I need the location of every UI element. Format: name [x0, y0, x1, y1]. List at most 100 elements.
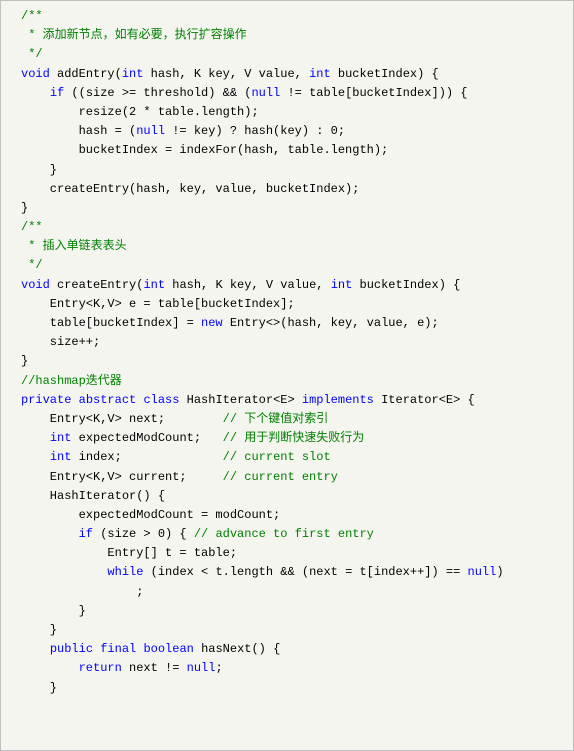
keyword: void — [21, 67, 50, 81]
code-line: public final boolean hasNext() { — [21, 640, 553, 659]
keyword: public — [50, 642, 93, 656]
code-text: Entry[] t = table; — [21, 546, 237, 560]
code-text — [21, 450, 50, 464]
code-text: Iterator<E> { — [374, 393, 475, 407]
code-text: hash, K key, V value, — [143, 67, 309, 81]
code-line: /** — [21, 7, 553, 26]
code-text: Entry<>(hash, key, value, e); — [223, 316, 439, 330]
comment-text: /** — [21, 220, 43, 234]
code-text: index; — [71, 450, 222, 464]
code-line: hash = (null != key) ? hash(key) : 0; — [21, 122, 553, 141]
code-line: } — [21, 621, 553, 640]
comment-text: /** — [21, 9, 43, 23]
code-text — [21, 661, 79, 675]
code-line: resize(2 * table.length); — [21, 103, 553, 122]
code-text: hash = ( — [21, 124, 136, 138]
code-text: table[bucketIndex] = — [21, 316, 201, 330]
code-line: return next != null; — [21, 659, 553, 678]
code-line: //hashmap迭代器 — [21, 372, 553, 391]
keyword: if — [79, 527, 93, 541]
keyword: abstract — [79, 393, 137, 407]
code-text: != table[bucketIndex])) { — [280, 86, 467, 100]
code-line: * 添加新节点，如有必要，执行扩容操作 — [21, 26, 553, 45]
code-text: } — [21, 354, 28, 368]
code-text — [21, 565, 107, 579]
code-text — [71, 393, 78, 407]
code-text: } — [21, 163, 57, 177]
code-text: ) { — [165, 527, 194, 541]
code-text: } — [21, 681, 57, 695]
code-text — [21, 527, 79, 541]
code-line: * 插入单链表表头 — [21, 237, 553, 256]
keyword: int — [122, 67, 144, 81]
code-line: void addEntry(int hash, K key, V value, … — [21, 65, 553, 84]
keyword: int — [50, 450, 72, 464]
code-text: Entry<K,V> next; — [21, 412, 223, 426]
code-text: expectedModCount = modCount; — [21, 508, 280, 522]
code-text: (size > — [93, 527, 158, 541]
code-line: } — [21, 352, 553, 371]
code-text: expectedModCount; — [71, 431, 222, 445]
keyword: void — [21, 278, 50, 292]
keyword: int — [143, 278, 165, 292]
keyword: if — [50, 86, 64, 100]
comment-text: //hashmap迭代器 — [21, 374, 122, 388]
keyword: while — [107, 565, 143, 579]
keyword: class — [143, 393, 179, 407]
code-line: void createEntry(int hash, K key, V valu… — [21, 276, 553, 295]
code-text: bucketIndex) { — [331, 67, 439, 81]
code-text: bucketIndex) { — [352, 278, 460, 292]
comment-text: // advance to first entry — [194, 527, 374, 541]
code-line: */ — [21, 256, 553, 275]
code-text: (index < t.length && (next = t[index++])… — [143, 565, 467, 579]
code-text: createEntry(hash, key, value, bucketInde… — [21, 182, 359, 196]
keyword: null — [251, 86, 280, 100]
comment-text: */ — [21, 258, 43, 272]
code-text: bucketIndex = indexFor(hash, table.lengt… — [21, 143, 388, 157]
keyword: boolean — [143, 642, 193, 656]
code-text: HashIterator() { — [21, 489, 165, 503]
code-line: } — [21, 679, 553, 698]
keyword: return — [79, 661, 122, 675]
code-line: HashIterator() { — [21, 487, 553, 506]
code-block: /** * 添加新节点，如有必要，执行扩容操作 */ void addEntry… — [0, 0, 574, 751]
code-line: createEntry(hash, key, value, bucketInde… — [21, 180, 553, 199]
code-line: Entry<K,V> next; // 下个键值对索引 — [21, 410, 553, 429]
comment-text: */ — [21, 47, 43, 61]
keyword: private — [21, 393, 71, 407]
code-line: bucketIndex = indexFor(hash, table.lengt… — [21, 141, 553, 160]
code-text: != key) ? hash(key) : — [165, 124, 331, 138]
code-line: } — [21, 161, 553, 180]
comment-text: * 插入单链表表头 — [21, 239, 127, 253]
code-line: private abstract class HashIterator<E> i… — [21, 391, 553, 410]
code-text: ; — [338, 124, 345, 138]
code-text: * table.length); — [136, 105, 258, 119]
code-line: } — [21, 199, 553, 218]
comment-text: // current entry — [223, 470, 338, 484]
code-text: 0 — [158, 527, 165, 541]
code-line: */ — [21, 45, 553, 64]
code-line: /** — [21, 218, 553, 237]
comment-text: // 用于判断快速失败行为 — [223, 431, 365, 445]
keyword: int — [309, 67, 331, 81]
keyword: int — [50, 431, 72, 445]
code-text: ((size >= threshold) && ( — [64, 86, 251, 100]
code-text: hasNext() { — [194, 642, 280, 656]
code-line: expectedModCount = modCount; — [21, 506, 553, 525]
code-text: Entry<K,V> e = table[bucketIndex]; — [21, 297, 295, 311]
keyword: new — [201, 316, 223, 330]
code-text: ; — [21, 585, 143, 599]
code-text: size++; — [21, 335, 100, 349]
code-text: addEntry( — [50, 67, 122, 81]
code-line: Entry[] t = table; — [21, 544, 553, 563]
code-text — [21, 431, 50, 445]
code-text: next != — [122, 661, 187, 675]
comment-text: // current slot — [223, 450, 331, 464]
code-text: } — [21, 604, 86, 618]
keyword: implements — [302, 393, 374, 407]
code-text: Entry<K,V> current; — [21, 470, 223, 484]
code-line: size++; — [21, 333, 553, 352]
code-text — [21, 642, 50, 656]
code-line: if ((size >= threshold) && (null != tabl… — [21, 84, 553, 103]
keyword: int — [331, 278, 353, 292]
